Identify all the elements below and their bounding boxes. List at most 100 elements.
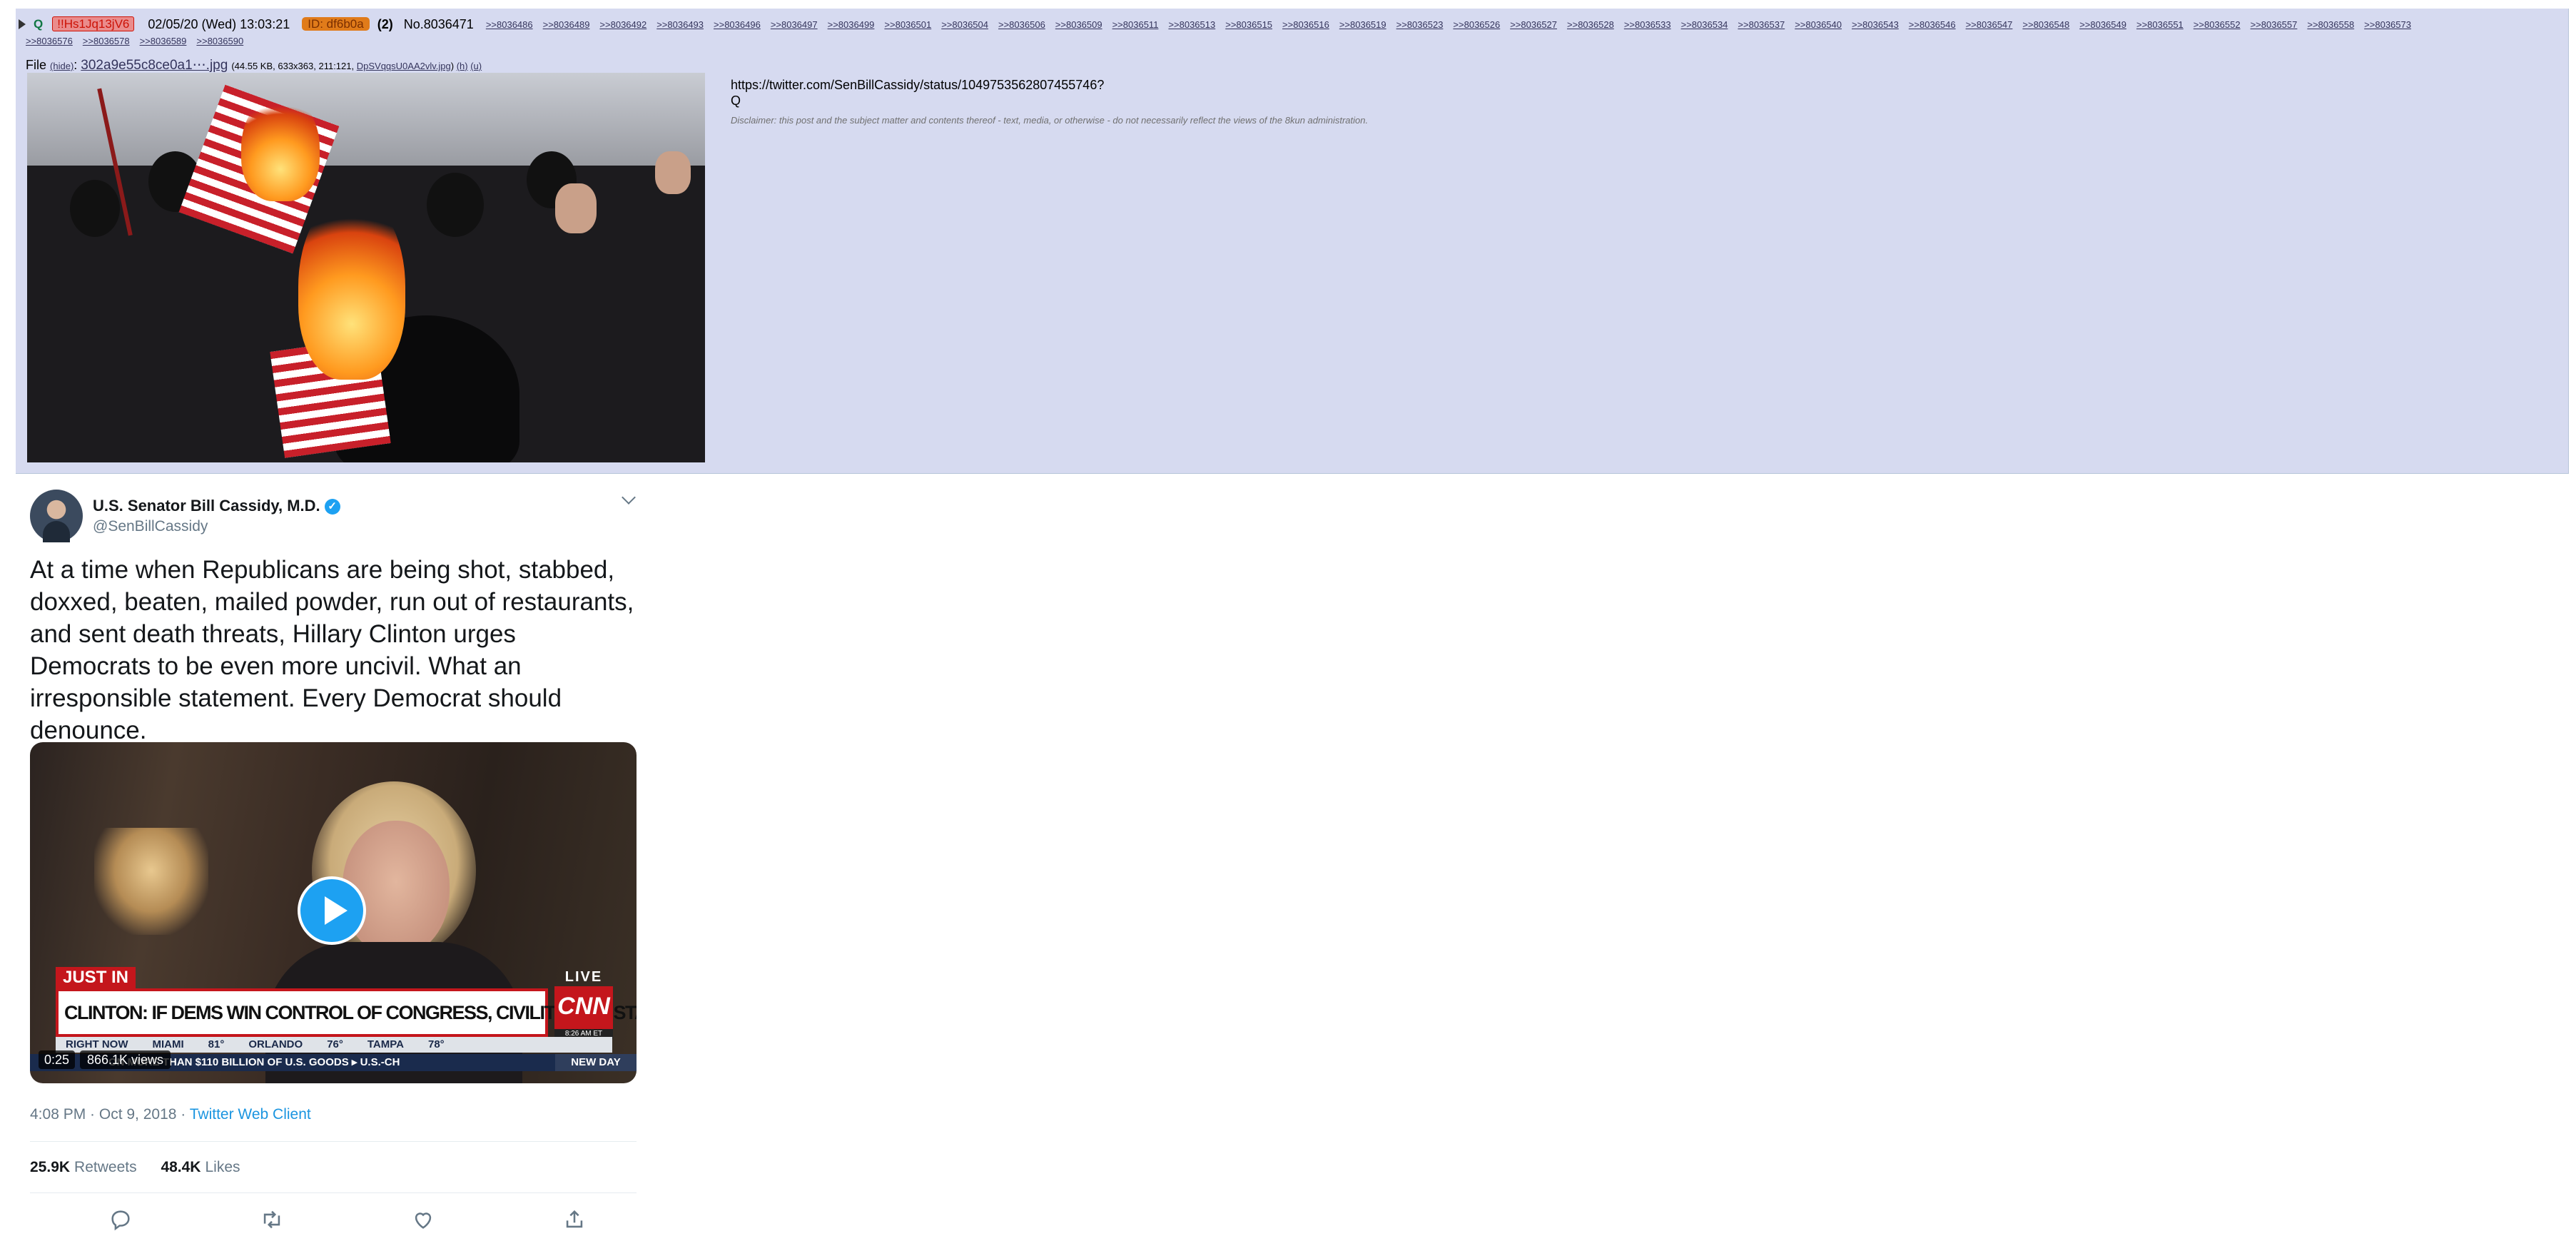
file-name-link[interactable]: 302a9e55c8ce0a1⋯.jpg [81, 58, 228, 73]
author-name-text[interactable]: U.S. Senator Bill Cassidy, M.D. [93, 497, 320, 515]
poster-id-badge[interactable]: ID: df6b0a [302, 17, 370, 31]
post-disclaimer: Disclaimer: this post and the subject ma… [731, 115, 1369, 126]
backlink[interactable]: >>8036590 [196, 36, 243, 46]
photo-fire [241, 94, 320, 201]
backlinks-row2: >>8036576 >>8036578 >>8036589 >>8036590 [26, 36, 253, 47]
backlink[interactable]: >>8036499 [828, 19, 875, 30]
post-image-thumbnail[interactable] [27, 73, 705, 462]
weather-ticker-item: 76° [327, 1038, 343, 1050]
photo-face [555, 183, 597, 233]
share-icon[interactable] [562, 1207, 587, 1232]
backlink[interactable]: >>8036497 [771, 19, 818, 30]
file-hide-link[interactable]: (hide) [50, 61, 73, 71]
file-meta-dimensions: (44.55 KB, 633x363, 211:121, [231, 61, 355, 71]
backlink[interactable]: >>8036573 [2364, 19, 2411, 30]
backlink[interactable]: >>8036589 [140, 36, 187, 46]
backlink[interactable]: >>8036537 [1738, 19, 1785, 30]
post-body: https://twitter.com/SenBillCassidy/statu… [731, 77, 1368, 128]
play-button-icon[interactable] [298, 876, 366, 945]
tweet-author-handle[interactable]: @SenBillCassidy [93, 518, 208, 535]
backlink[interactable]: >>8036526 [1453, 19, 1500, 30]
backlink[interactable]: >>8036486 [486, 19, 533, 30]
backlink[interactable]: >>8036533 [1624, 19, 1671, 30]
post-info-bar: Q !!Hs1Jq13jV6 02/05/20 (Wed) 13:03:21 I… [19, 16, 2421, 33]
backlink[interactable]: >>8036496 [714, 19, 761, 30]
photo-fire [298, 194, 405, 380]
backlink[interactable]: >>8036547 [1966, 19, 2013, 30]
backlink[interactable]: >>8036552 [2194, 19, 2241, 30]
post-menu-icon[interactable]: Q [34, 16, 43, 32]
likes-count: 48.4K [161, 1159, 201, 1175]
tweet-text: At a time when Republicans are being sho… [30, 556, 634, 744]
backlink[interactable]: >>8036504 [941, 19, 988, 30]
weather-ticker-item: RIGHT NOW [66, 1038, 128, 1050]
file-meta: (44.55 KB, 633x363, 211:121, DpSVqqsU0AA… [231, 61, 482, 71]
chevron-down-icon[interactable] [622, 490, 636, 505]
backlink[interactable]: >>8036548 [2022, 19, 2069, 30]
backlink[interactable]: >>8036558 [2307, 19, 2354, 30]
verified-badge-icon: ✓ [324, 499, 340, 515]
backlink[interactable]: >>8036506 [998, 19, 1045, 30]
backlink[interactable]: >>8036493 [656, 19, 704, 30]
post-number-link[interactable]: No.8036471 [404, 17, 474, 31]
photo-figure [70, 180, 120, 237]
backlink[interactable]: >>8036511 [1112, 19, 1159, 30]
backlink[interactable]: >>8036501 [884, 19, 931, 30]
backlink[interactable]: >>8036515 [1225, 19, 1272, 30]
retweets-count: 25.9K [30, 1159, 71, 1175]
file-info: File (hide): 302a9e55c8ce0a1⋯.jpg (44.55… [26, 58, 482, 73]
backlink[interactable]: >>8036540 [1795, 19, 1842, 30]
file-label: File [26, 58, 47, 72]
backlink[interactable]: >>8036489 [543, 19, 590, 30]
like-icon[interactable] [411, 1207, 435, 1232]
tweet-client-link[interactable]: Twitter Web Client [190, 1106, 311, 1123]
video-face [343, 821, 450, 956]
video-headline: CLINTON: IF DEMS WIN CONTROL OF CONGRESS… [56, 988, 637, 1037]
avatar[interactable] [30, 490, 83, 542]
divider [30, 1141, 637, 1142]
reply-icon[interactable] [108, 1207, 133, 1232]
backlink[interactable]: >>8036534 [1681, 19, 1728, 30]
backlink[interactable]: >>8036578 [83, 36, 130, 46]
file-u-link[interactable]: (u) [470, 61, 482, 71]
backlink[interactable]: >>8036519 [1339, 19, 1386, 30]
backlink[interactable]: >>8036492 [599, 19, 646, 30]
show-name: NEW DAY [555, 1054, 637, 1071]
tweet-author-name[interactable]: U.S. Senator Bill Cassidy, M.D. ✓ [93, 497, 340, 515]
backlink[interactable]: >>8036543 [1852, 19, 1899, 30]
network-logo: CNN [554, 986, 613, 1029]
tweet-meta: 4:08 PM · Oct 9, 2018 · Twitter Web Clie… [30, 1106, 311, 1123]
weather-ticker-item: 78° [427, 1038, 445, 1050]
retweets-stat[interactable]: 25.9K Retweets [30, 1159, 137, 1175]
post-datetime: 02/05/20 (Wed) 13:03:21 [148, 17, 290, 32]
photo-face [655, 151, 691, 194]
backlink[interactable]: >>8036527 [1510, 19, 1557, 30]
photo-figure [427, 173, 484, 237]
backlink[interactable]: >>8036549 [2079, 19, 2126, 30]
retweet-icon[interactable] [260, 1207, 284, 1232]
backlink[interactable]: >>8036546 [1909, 19, 1956, 30]
collapse-triangle-icon[interactable] [19, 19, 26, 30]
tweet-video[interactable]: JUST IN CLINTON: IF DEMS WIN CONTROL OF … [30, 742, 637, 1083]
hide-file-link[interactable]: (hide) [50, 61, 73, 71]
likes-label: Likes [205, 1159, 240, 1175]
backlink[interactable]: >>8036528 [1567, 19, 1614, 30]
backlink[interactable]: >>8036509 [1055, 19, 1102, 30]
tripcode: !!Hs1Jq13jV6 [52, 16, 135, 32]
backlink[interactable]: >>8036516 [1282, 19, 1329, 30]
backlink[interactable]: >>8036551 [2136, 19, 2184, 30]
backlink[interactable]: >>8036523 [1396, 19, 1444, 30]
backlink[interactable]: >>8036513 [1168, 19, 1215, 30]
tweet-actions [30, 1203, 637, 1239]
file-h-link[interactable]: (h) [457, 61, 468, 71]
weather-ticker-item: TAMPA [367, 1038, 404, 1050]
post-body-url[interactable]: https://twitter.com/SenBillCassidy/statu… [731, 77, 1368, 93]
file-original-name-link[interactable]: DpSVqqsU0AA2vlv.jpg [357, 61, 451, 71]
backlink[interactable]: >>8036576 [26, 36, 73, 46]
backlink[interactable]: >>8036557 [2251, 19, 2298, 30]
file-meta-close: ) [450, 61, 455, 71]
weather-ticker-item: ORLANDO [248, 1038, 303, 1050]
embedded-tweet: U.S. Senator Bill Cassidy, M.D. ✓ @SenBil… [16, 477, 644, 1246]
tweet-timestamp[interactable]: 4:08 PM · Oct 9, 2018 · [30, 1106, 190, 1123]
likes-stat[interactable]: 48.4K Likes [161, 1159, 240, 1175]
